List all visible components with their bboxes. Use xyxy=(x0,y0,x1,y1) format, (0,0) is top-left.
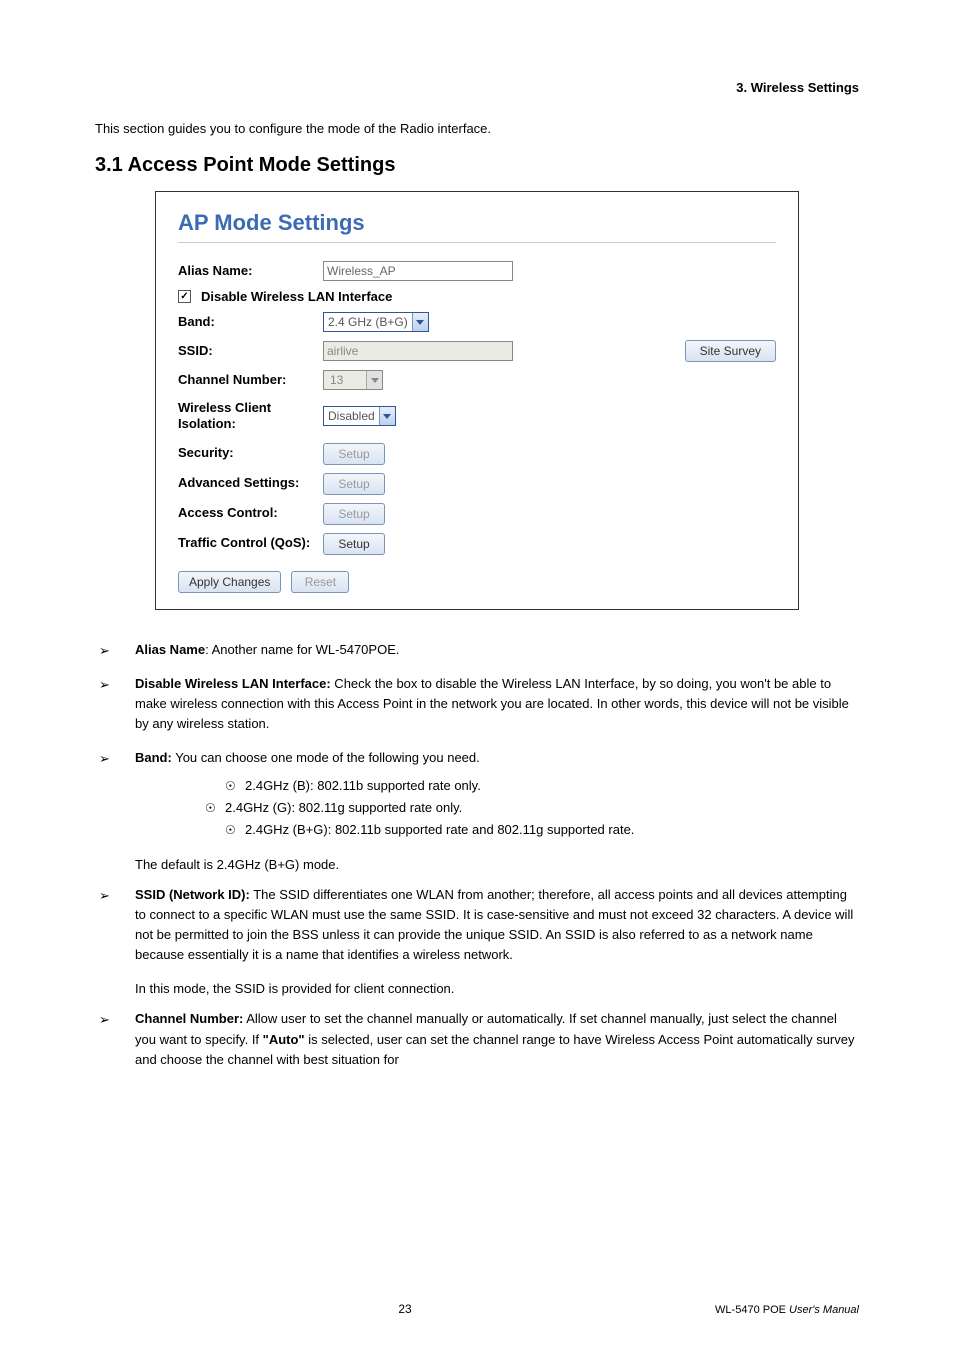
site-survey-button[interactable]: Site Survey xyxy=(685,340,776,362)
channel-number-label: Channel Number: xyxy=(178,372,323,388)
disable-term: Disable Wireless LAN Interface: xyxy=(135,676,331,691)
ap-mode-panel: AP Mode Settings Alias Name: ✓ Disable W… xyxy=(155,191,799,610)
panel-title: AP Mode Settings xyxy=(178,210,776,236)
dot-icon: ☉ xyxy=(225,777,236,796)
panel-divider xyxy=(178,242,776,243)
list-item: ☉ 2.4GHz (B+G): 802.11b supported rate an… xyxy=(135,820,859,840)
band-b: 2.4GHz (B): 802.11b supported rate only. xyxy=(245,778,481,793)
description-list-3: ➢ Channel Number: Allow user to set the … xyxy=(95,1009,859,1069)
page-footer: 23 WL-5470 POE User's Manual xyxy=(95,1302,859,1316)
chevron-down-icon xyxy=(366,371,382,389)
footer-model: WL-5470 POE User's Manual xyxy=(715,1304,859,1316)
description-list-2: ➢ SSID (Network ID): The SSID differenti… xyxy=(95,885,859,966)
reset-button[interactable]: Reset xyxy=(291,571,349,593)
dot-icon: ☉ xyxy=(225,821,236,840)
intro-text: This section guides you to configure the… xyxy=(95,121,859,136)
security-label: Security: xyxy=(178,445,323,461)
channel-number-select[interactable]: 13 xyxy=(323,370,383,390)
band-term: Band: xyxy=(135,750,172,765)
arrow-icon: ➢ xyxy=(99,675,110,695)
disable-wlan-checkbox[interactable]: ✓ xyxy=(178,290,191,303)
ssid-label: SSID: xyxy=(178,343,323,359)
ssid-input[interactable] xyxy=(323,341,513,361)
band-select[interactable]: 2.4 GHz (B+G) xyxy=(323,312,429,332)
page-number: 23 xyxy=(95,1302,715,1316)
dot-icon: ☉ xyxy=(205,799,216,818)
ssid-term: SSID (Network ID): xyxy=(135,887,250,902)
list-item: ➢ SSID (Network ID): The SSID differenti… xyxy=(95,885,859,966)
arrow-icon: ➢ xyxy=(99,1010,110,1030)
channel-number-value: 13 xyxy=(328,373,362,387)
list-item: ➢ Channel Number: Allow user to set the … xyxy=(95,1009,859,1069)
chevron-down-icon xyxy=(379,407,395,425)
alias-name-desc: : Another name for WL-5470POE. xyxy=(205,642,399,657)
subsection-title: 3.1 Access Point Mode Settings xyxy=(95,154,859,177)
band-g: 2.4GHz (G): 802.11g supported rate only. xyxy=(225,800,462,815)
band-select-value: 2.4 GHz (B+G) xyxy=(328,315,408,329)
ssid-mode-note: In this mode, the SSID is provided for c… xyxy=(135,979,859,999)
traffic-setup-button[interactable]: Setup xyxy=(323,533,385,555)
alias-name-label: Alias Name: xyxy=(178,263,323,279)
advanced-setup-button[interactable]: Setup xyxy=(323,473,385,495)
apply-changes-button[interactable]: Apply Changes xyxy=(178,571,281,593)
band-default-note: The default is 2.4GHz (B+G) mode. xyxy=(135,855,859,875)
band-bg: 2.4GHz (B+G): 802.11b supported rate and… xyxy=(245,822,634,837)
channel-auto: "Auto" xyxy=(263,1032,305,1047)
access-setup-button[interactable]: Setup xyxy=(323,503,385,525)
header-section-label: 3. Wireless Settings xyxy=(95,80,859,95)
arrow-icon: ➢ xyxy=(99,886,110,906)
alias-name-input[interactable] xyxy=(323,261,513,281)
security-setup-button[interactable]: Setup xyxy=(323,443,385,465)
list-item: ☉ 2.4GHz (B): 802.11b supported rate only… xyxy=(135,776,859,796)
description-list: ➢ Alias Name: Another name for WL-5470PO… xyxy=(95,640,859,841)
arrow-icon: ➢ xyxy=(99,749,110,769)
traffic-control-label: Traffic Control (QoS): xyxy=(178,533,323,553)
list-item: ➢ Disable Wireless LAN Interface: Check … xyxy=(95,674,859,734)
isolation-label: Wireless Client Isolation: xyxy=(178,398,323,435)
isolation-select-value: Disabled xyxy=(328,409,375,423)
alias-name-term: Alias Name xyxy=(135,642,205,657)
access-control-label: Access Control: xyxy=(178,505,323,521)
advanced-settings-label: Advanced Settings: xyxy=(178,475,323,491)
arrow-icon: ➢ xyxy=(99,641,110,661)
isolation-select[interactable]: Disabled xyxy=(323,406,396,426)
channel-term: Channel Number: xyxy=(135,1011,243,1026)
band-desc: You can choose one mode of the following… xyxy=(172,750,480,765)
band-label: Band: xyxy=(178,314,323,330)
disable-wlan-label: Disable Wireless LAN Interface xyxy=(201,289,392,304)
list-item: ➢ Band: You can choose one mode of the f… xyxy=(95,748,859,841)
list-item: ☉ 2.4GHz (G): 802.11g supported rate only… xyxy=(135,798,859,818)
list-item: ➢ Alias Name: Another name for WL-5470PO… xyxy=(95,640,859,660)
chevron-down-icon xyxy=(412,313,428,331)
band-sublist: ☉ 2.4GHz (B): 802.11b supported rate only… xyxy=(135,776,859,840)
